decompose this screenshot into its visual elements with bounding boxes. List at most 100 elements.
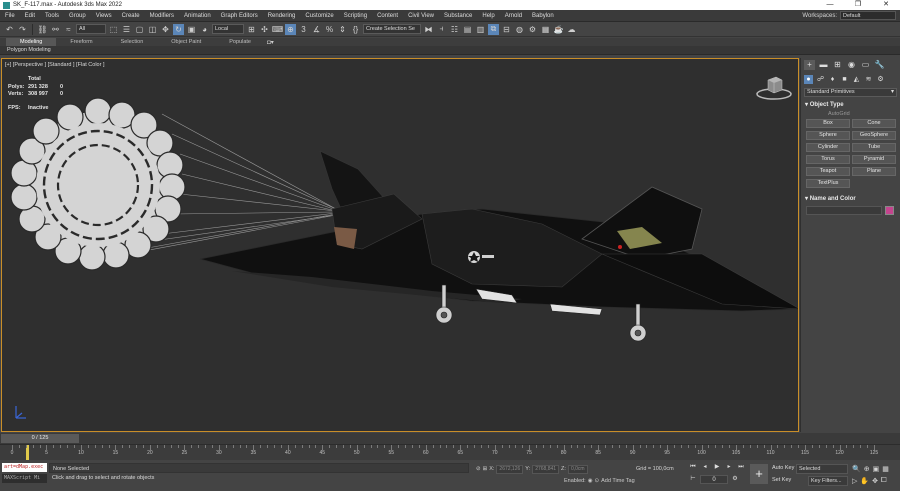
- pyramid-button[interactable]: Pyramid: [852, 155, 896, 164]
- menu-arnold[interactable]: Arnold: [500, 13, 527, 19]
- align-icon[interactable]: ⫞: [436, 24, 447, 35]
- menu-modifiers[interactable]: Modifiers: [145, 13, 179, 19]
- select-manipulate-icon[interactable]: ⊕: [285, 23, 296, 35]
- lights-icon[interactable]: ♦: [828, 75, 837, 84]
- geosphere-button[interactable]: GeoSphere: [852, 131, 896, 140]
- tab-selection[interactable]: Selection: [107, 38, 158, 46]
- render-iterative-icon[interactable]: ☁: [566, 24, 577, 35]
- key-mode-icon[interactable]: ⊢: [688, 475, 698, 484]
- select-by-name-icon[interactable]: ☰: [121, 24, 132, 35]
- selected-dropdown[interactable]: Selected: [796, 464, 848, 474]
- manipulate-icon[interactable]: ✣: [259, 24, 270, 35]
- z-field[interactable]: 0,0cm: [567, 464, 588, 474]
- time-slider-thumb[interactable]: 0 / 125: [1, 434, 79, 443]
- pan-icon[interactable]: ✋: [860, 477, 869, 485]
- menu-views[interactable]: Views: [91, 13, 117, 19]
- x-field[interactable]: 2672,126: [496, 464, 524, 474]
- tab-freeform[interactable]: Freeform: [56, 38, 106, 46]
- time-config-icon[interactable]: ⚙: [730, 475, 740, 484]
- shapes-icon[interactable]: ☍: [816, 75, 825, 84]
- textplus-button[interactable]: TextPlus: [806, 179, 850, 188]
- minimize-button[interactable]: —: [816, 0, 844, 10]
- set-key-add-icon[interactable]: +: [750, 464, 768, 484]
- key-filters-button[interactable]: Key Filters...: [808, 476, 848, 486]
- menu-tools[interactable]: Tools: [40, 13, 64, 19]
- time-tag-icon[interactable]: ⊙: [595, 478, 600, 484]
- autogrid-checkbox[interactable]: AutoGrid: [804, 110, 897, 119]
- primitives-dropdown[interactable]: Standard Primitives: [804, 88, 897, 97]
- select-scale-icon[interactable]: ▣: [186, 24, 197, 35]
- render-setup-icon[interactable]: ⚙: [527, 24, 538, 35]
- reference-coord-dropdown[interactable]: Local: [212, 24, 244, 34]
- keyboard-shortcut-icon[interactable]: ⌨: [272, 24, 284, 35]
- select-object-icon[interactable]: ⬚: [108, 24, 119, 35]
- plane-button[interactable]: Plane: [852, 167, 896, 176]
- scene-explorer-icon[interactable]: ▤: [462, 24, 473, 35]
- space-warps-icon[interactable]: ≋: [864, 75, 873, 84]
- systems-icon[interactable]: ⚙: [876, 75, 885, 84]
- menu-file[interactable]: File: [0, 13, 20, 19]
- cone-button[interactable]: Cone: [852, 119, 896, 128]
- orbit-icon[interactable]: ✥: [872, 477, 878, 485]
- zoom-icon[interactable]: 🔍: [852, 465, 861, 473]
- tab-populate[interactable]: Populate: [215, 38, 265, 46]
- menu-edit[interactable]: Edit: [20, 13, 40, 19]
- tab-modeling[interactable]: Modeling: [6, 38, 57, 46]
- edit-named-selection-icon[interactable]: {}: [350, 24, 361, 35]
- render-production-icon[interactable]: ☕: [553, 24, 564, 35]
- menu-babylon[interactable]: Babylon: [527, 13, 559, 19]
- bind-space-warp-icon[interactable]: ≈: [63, 24, 74, 35]
- teapot-button[interactable]: Teapot: [806, 167, 850, 176]
- go-to-end-icon[interactable]: ⏭: [736, 463, 746, 472]
- sphere-button[interactable]: Sphere: [806, 131, 850, 140]
- percent-snap-icon[interactable]: %: [324, 24, 335, 35]
- maxscript-output[interactable]: art=dMap.exec: [2, 463, 47, 472]
- viewport-label[interactable]: [+] [Perspective ] [Standard ] [Flat Col…: [5, 62, 105, 68]
- set-key-button[interactable]: Set Key: [770, 476, 793, 486]
- motion-tab-icon[interactable]: ◉: [846, 60, 857, 70]
- ribbon-toggle-icon[interactable]: ▥: [475, 24, 486, 35]
- geometry-icon[interactable]: ●: [804, 74, 813, 84]
- viewcube-icon[interactable]: [754, 72, 794, 102]
- display-tab-icon[interactable]: ▭: [860, 60, 871, 70]
- helpers-icon[interactable]: ◭: [852, 75, 861, 84]
- cylinder-button[interactable]: Cylinder: [806, 143, 850, 152]
- menu-civil-view[interactable]: Civil View: [403, 13, 439, 19]
- zoom-all-icon[interactable]: ⊕: [864, 465, 870, 473]
- utilities-tab-icon[interactable]: 🔧: [874, 60, 885, 70]
- perspective-viewport[interactable]: [+] [Perspective ] [Standard ] [Flat Col…: [1, 58, 799, 432]
- enabled-toggle-icon[interactable]: ◉: [588, 478, 593, 484]
- maximize-viewport-icon[interactable]: ⧠: [881, 477, 887, 485]
- placement-icon[interactable]: ◕: [199, 24, 210, 35]
- auto-key-button[interactable]: Auto Key: [770, 464, 796, 474]
- select-move-icon[interactable]: ✥: [160, 24, 171, 35]
- menu-customize[interactable]: Customize: [300, 13, 338, 19]
- angle-snap-icon[interactable]: ∡: [311, 24, 322, 35]
- object-name-field[interactable]: [806, 206, 882, 215]
- tab-object-paint[interactable]: Object Paint: [157, 38, 215, 46]
- menu-scripting[interactable]: Scripting: [339, 13, 372, 19]
- curve-editor-icon[interactable]: ⧉: [488, 23, 499, 35]
- selection-filter-dropdown[interactable]: All: [76, 24, 106, 34]
- spinner-snap-icon[interactable]: ⇕: [337, 24, 348, 35]
- zoom-extents-icon[interactable]: ▣: [873, 465, 880, 473]
- menu-graph-editors[interactable]: Graph Editors: [216, 13, 263, 19]
- link-icon[interactable]: ⛓: [37, 24, 48, 35]
- play-icon[interactable]: ▶: [712, 463, 722, 472]
- create-tab-icon[interactable]: +: [804, 60, 815, 70]
- add-time-tag[interactable]: Add Time Tag: [601, 478, 635, 484]
- window-crossing-icon[interactable]: ◫: [147, 24, 158, 35]
- go-to-start-icon[interactable]: ⏮: [688, 463, 698, 472]
- y-field[interactable]: 2768,841: [532, 464, 560, 474]
- redo-icon[interactable]: ↷: [17, 24, 28, 35]
- isolate-icon[interactable]: ⊘: [476, 466, 481, 472]
- select-rotate-icon[interactable]: ↻: [173, 23, 184, 35]
- mirror-icon[interactable]: ⧓: [423, 24, 434, 35]
- hierarchy-tab-icon[interactable]: ⊞: [832, 60, 843, 70]
- material-editor-icon[interactable]: ◍: [514, 24, 525, 35]
- name-color-title[interactable]: ▾ Name and Color: [804, 194, 897, 204]
- modify-tab-icon[interactable]: ▬: [818, 60, 829, 70]
- workspaces-dropdown[interactable]: Default: [840, 11, 896, 20]
- tube-button[interactable]: Tube: [852, 143, 896, 152]
- menu-rendering[interactable]: Rendering: [263, 13, 301, 19]
